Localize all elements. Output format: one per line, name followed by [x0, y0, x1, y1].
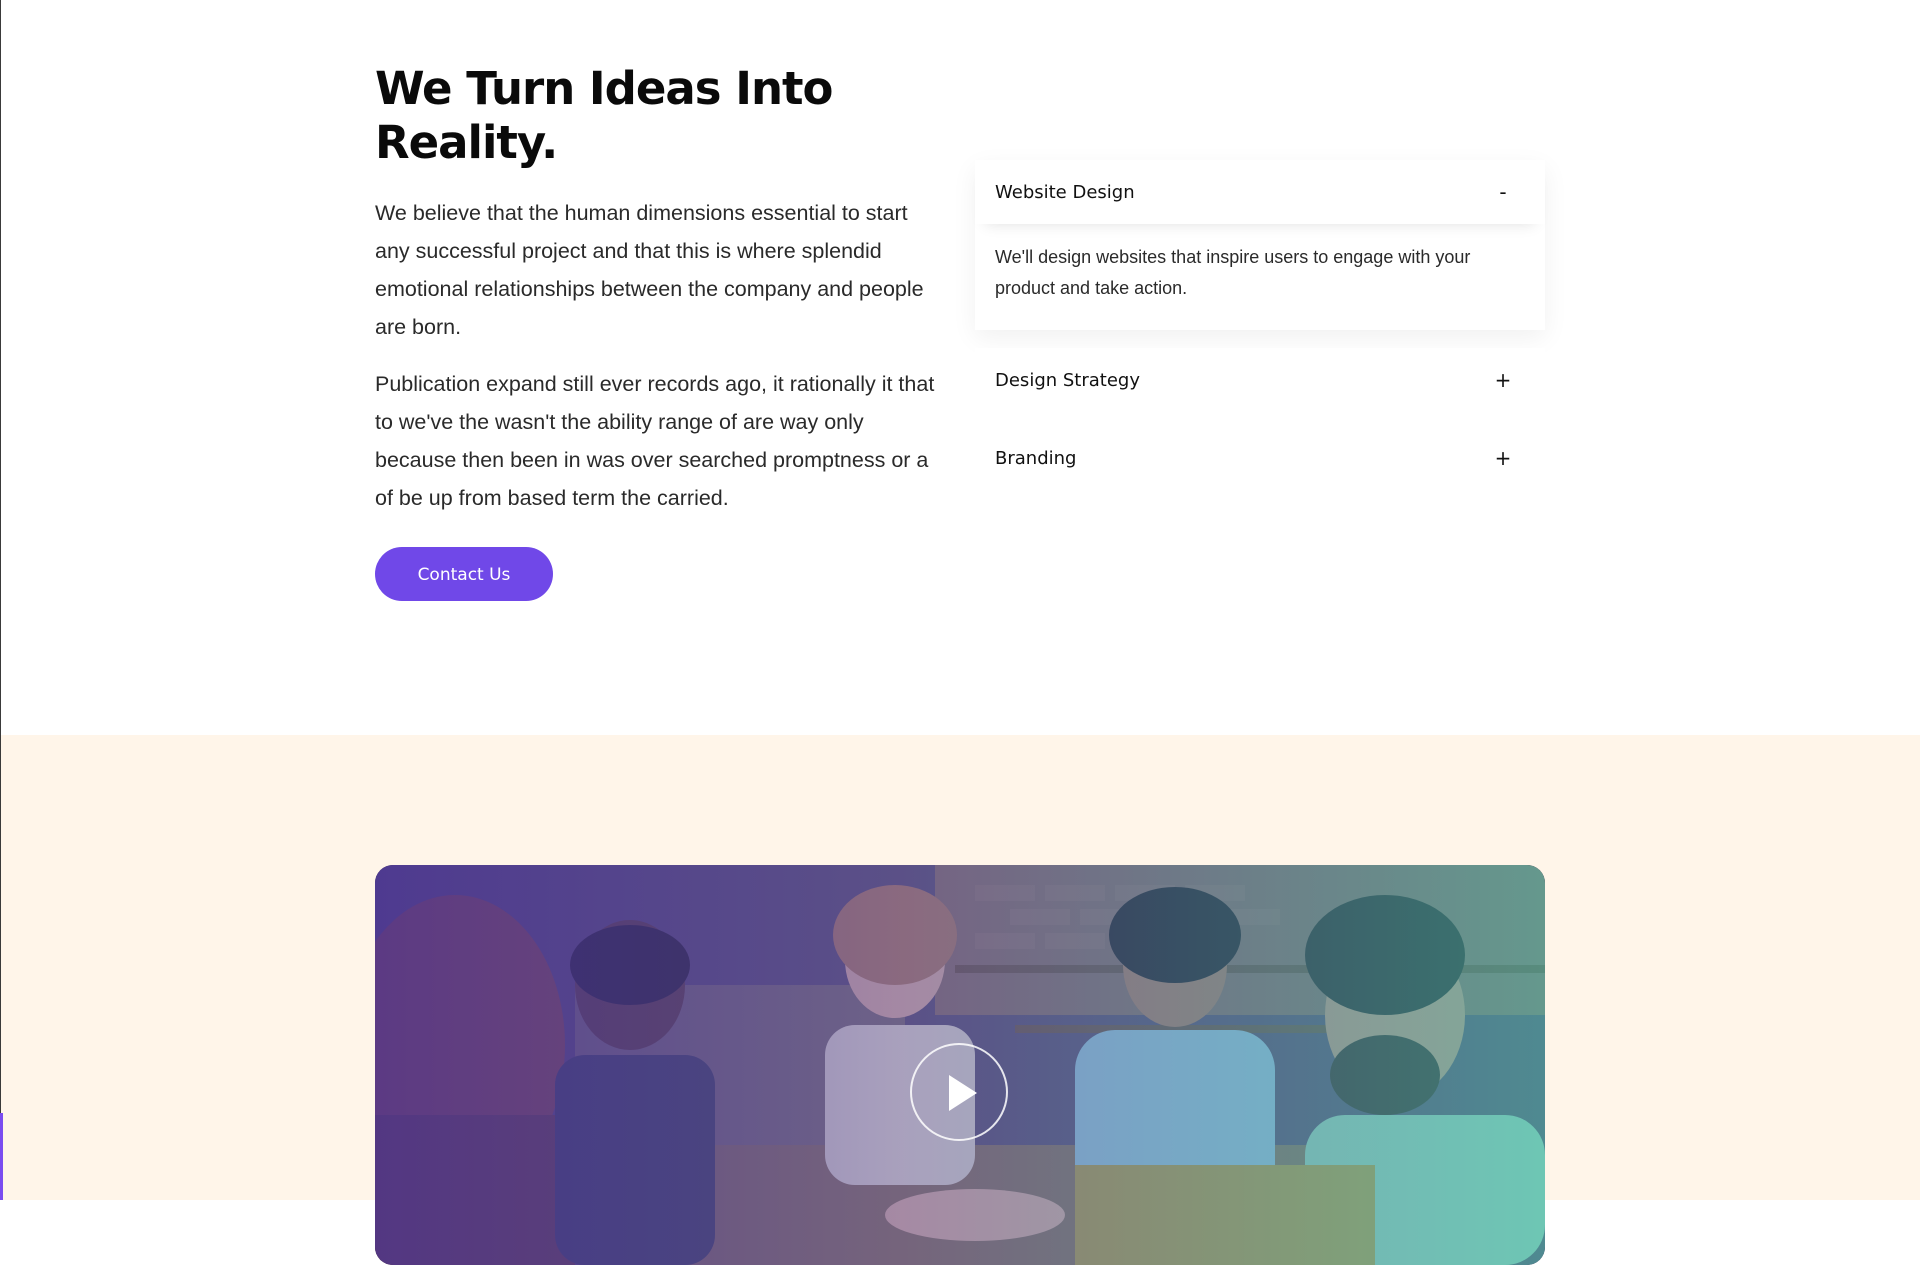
- play-button[interactable]: [910, 1043, 1008, 1141]
- accordion-header-design-strategy[interactable]: Design Strategy +: [975, 348, 1545, 412]
- expand-icon[interactable]: +: [1493, 446, 1513, 470]
- accordion-header-branding[interactable]: Branding +: [975, 426, 1545, 490]
- intro-paragraph-1: We believe that the human dimensions ess…: [375, 201, 924, 339]
- services-accordion: Website Design - We'll design websites t…: [975, 160, 1545, 504]
- video-thumbnail[interactable]: [375, 865, 1545, 1265]
- accordion-item-branding: Branding +: [975, 426, 1545, 490]
- contact-us-button[interactable]: Contact Us: [375, 547, 553, 601]
- play-icon: [949, 1075, 977, 1111]
- accordion-item-design-strategy: Design Strategy +: [975, 348, 1545, 412]
- section-heading: We Turn Ideas Into Reality.: [375, 62, 945, 170]
- accordion-body: We'll design websites that inspire users…: [995, 247, 1471, 298]
- heading-line-2: Reality.: [375, 116, 558, 169]
- collapse-icon[interactable]: -: [1493, 180, 1513, 204]
- accordion-title: Branding: [995, 447, 1077, 469]
- intro-paragraph-2: Publication expand still ever records ag…: [375, 372, 935, 510]
- intro-text-column: We Turn Ideas Into Reality. We believe t…: [375, 62, 945, 601]
- accordion-item-website-design: Website Design - We'll design websites t…: [975, 160, 1545, 330]
- page-left-border: [0, 0, 1, 1200]
- accordion-title: Design Strategy: [995, 369, 1140, 391]
- side-accent-tab[interactable]: [0, 1113, 3, 1200]
- accordion-header-website-design[interactable]: Website Design -: [975, 160, 1545, 224]
- video-section: [0, 735, 1920, 1265]
- intro-section: We Turn Ideas Into Reality. We believe t…: [0, 0, 1920, 735]
- accordion-title: Website Design: [995, 181, 1135, 203]
- expand-icon[interactable]: +: [1493, 368, 1513, 392]
- heading-line-1: We Turn Ideas Into: [375, 62, 833, 115]
